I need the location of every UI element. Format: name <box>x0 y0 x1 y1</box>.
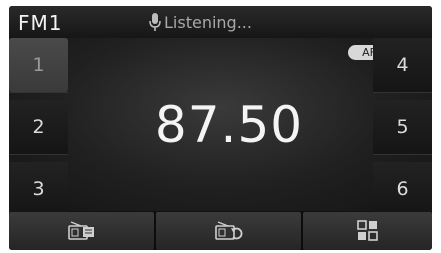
frequency-display: 87.50 <box>154 96 304 154</box>
preset-4-button[interactable]: 4 <box>373 38 432 92</box>
voice-status-text: Listening... <box>164 13 252 32</box>
menu-grid-icon <box>356 220 378 241</box>
preset-6-button[interactable]: 6 <box>373 162 432 216</box>
preset-5-button[interactable]: 5 <box>373 100 432 154</box>
preset-1-button[interactable]: 1 <box>9 38 68 92</box>
preset-3-button[interactable]: 3 <box>9 162 68 216</box>
preset-2-button[interactable]: 2 <box>9 100 68 154</box>
radio-list-icon <box>67 221 94 240</box>
preset-divider <box>373 92 432 93</box>
menu-button[interactable] <box>303 212 432 250</box>
bottom-toolbar <box>9 212 432 250</box>
preset-divider <box>373 154 432 155</box>
status-bar: FM1 Listening... <box>9 6 432 38</box>
band-label: FM1 <box>18 11 63 35</box>
radio-main-area: AF 1 2 3 4 5 6 87.50 <box>9 38 432 216</box>
radio-screen: FM1 Listening... AF 1 2 3 4 5 6 87.50 <box>9 6 432 250</box>
preset-divider <box>9 154 68 155</box>
radio-scan-icon <box>214 221 242 240</box>
radio-scan-button[interactable] <box>156 212 301 250</box>
radio-list-button[interactable] <box>9 212 154 250</box>
preset-divider <box>9 92 68 93</box>
microphone-icon <box>149 13 161 31</box>
